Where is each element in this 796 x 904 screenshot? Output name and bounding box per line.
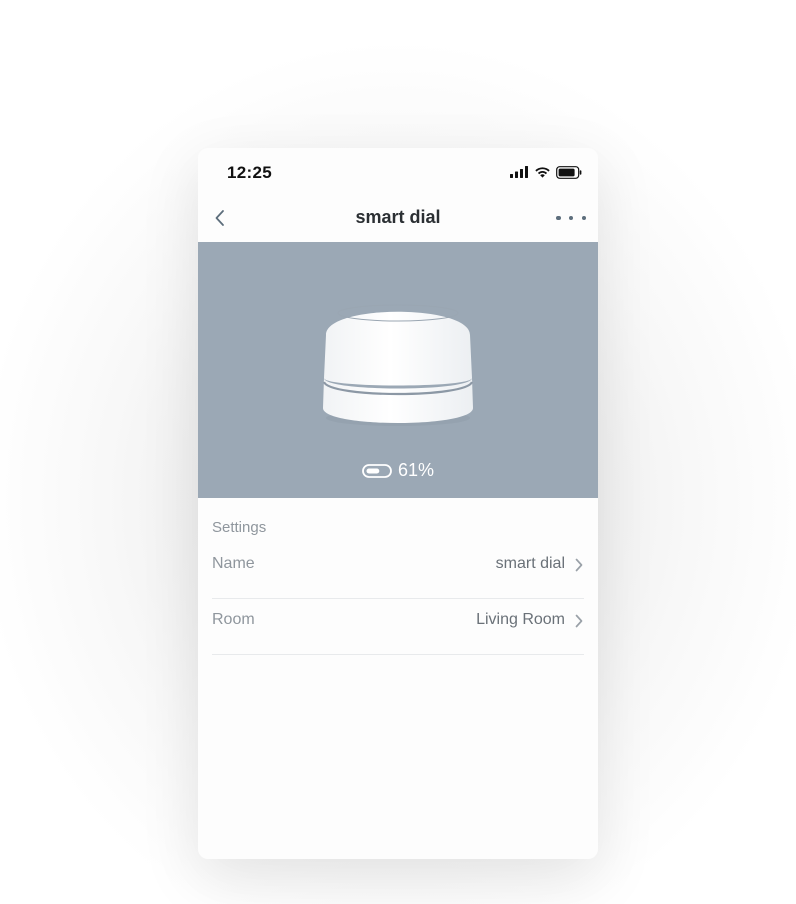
page-title: smart dial xyxy=(355,207,441,227)
cellular-signal-icon xyxy=(510,166,528,178)
settings-row-room[interactable]: Room Living Room xyxy=(212,598,584,655)
wifi-icon xyxy=(535,167,550,178)
more-dot xyxy=(568,215,574,221)
more-dot xyxy=(581,215,586,221)
row-value: Living Room xyxy=(476,611,565,628)
device-hero: 61% xyxy=(198,242,598,498)
status-icons xyxy=(510,165,582,179)
smart-dial-device-image xyxy=(322,304,474,426)
status-time: 12:25 xyxy=(227,163,272,182)
chevron-right-icon xyxy=(575,558,583,572)
settings-row-name[interactable]: Name smart dial xyxy=(212,542,584,599)
chevron-right-icon xyxy=(575,614,583,628)
more-options-button[interactable] xyxy=(556,208,586,228)
battery-percentage: 61% xyxy=(397,460,435,480)
status-bar: 12:25 xyxy=(198,148,598,198)
settings-section-header: Settings xyxy=(212,519,267,536)
row-label: Room xyxy=(212,611,255,628)
row-value: smart dial xyxy=(495,555,565,572)
phone-screen: 12:25 smart dial 61% Settings Name smart… xyxy=(198,148,598,859)
more-dot xyxy=(556,215,561,221)
navigation-bar: smart dial xyxy=(198,198,598,242)
row-label: Name xyxy=(212,555,255,572)
battery-status: 61% xyxy=(198,460,598,481)
battery-pill-icon xyxy=(362,463,392,478)
battery-icon xyxy=(556,165,582,179)
